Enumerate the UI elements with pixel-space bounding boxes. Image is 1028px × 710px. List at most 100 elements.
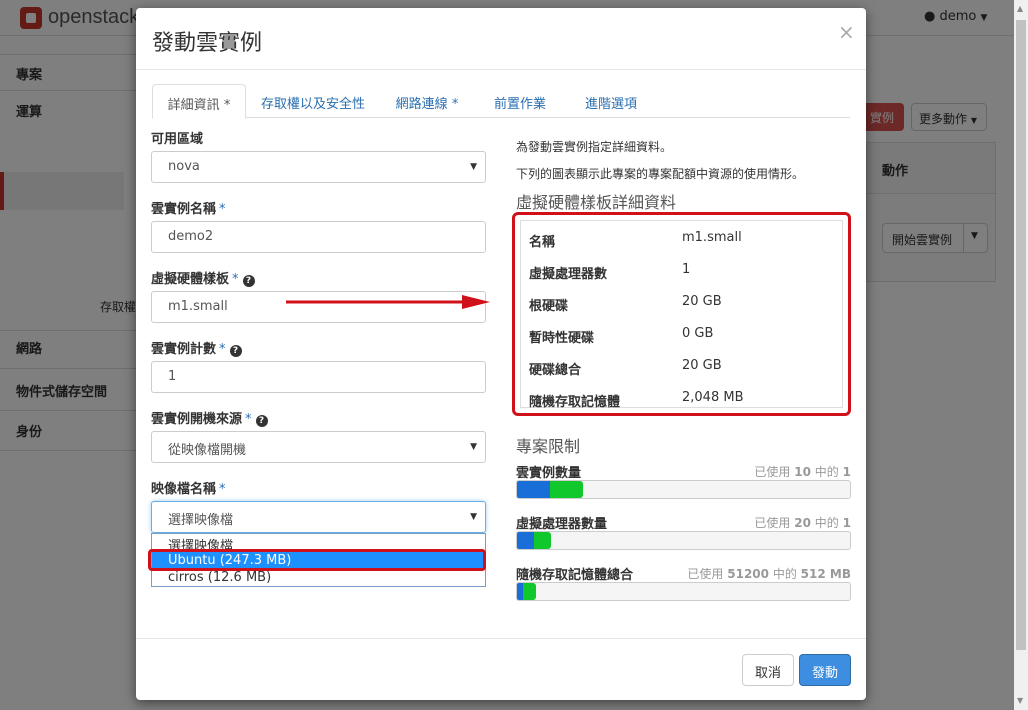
tab-details[interactable]: 詳細資訊 * (152, 84, 246, 119)
scroll-down-icon[interactable]: ▼ (1017, 696, 1023, 705)
flavor-key: 暫時性硬碟 (529, 331, 595, 346)
usage-prefix: 已使用 (754, 465, 791, 479)
availability-zone-label: 可用區域 (151, 128, 203, 147)
flavor-key: 隨機存取記憶體 (529, 395, 621, 410)
flavor-value: 0 GB (682, 326, 714, 341)
cancel-button[interactable]: 取消 (742, 654, 794, 686)
usage-total: 20 (794, 516, 811, 530)
usage-total: 10 (794, 465, 811, 479)
tab-label: 進階選項 (584, 97, 637, 112)
scroll-up-icon[interactable]: ▲ (1017, 4, 1023, 13)
tab-access-security[interactable]: 存取權以及安全性 (254, 84, 372, 118)
image-name-select[interactable]: 選擇映像檔 ▼ (151, 501, 486, 533)
quota-label-instances: 雲實例數量 (516, 466, 582, 481)
quota-used-fill (517, 481, 550, 498)
flavor-key: 根硬碟 (529, 299, 569, 314)
help-icon[interactable]: ? (255, 415, 268, 427)
flavor-details-highlight: 名稱 m1.small 虛擬處理器數 1 根硬碟 20 GB 暫時性硬碟 0 G… (512, 212, 851, 416)
required-mark: * (245, 412, 252, 427)
table-row: 暫時性硬碟 0 GB (521, 319, 842, 351)
label-text: 雲實例名稱 (151, 202, 217, 217)
label-text: 虛擬硬體樣板 (151, 272, 230, 287)
table-row: 虛擬處理器數 1 (521, 255, 842, 287)
flavor-key: 名稱 (529, 235, 556, 250)
help-icon[interactable]: ? (242, 275, 255, 287)
instance-name-input[interactable]: demo2 (151, 221, 486, 253)
chevron-down-icon: ▼ (470, 512, 477, 522)
modal-header: 發動雲實例 × (136, 8, 866, 70)
scrollbar-thumb[interactable] (1016, 20, 1026, 650)
page-scrollbar[interactable]: ▲ ▼ (1014, 0, 1028, 710)
modal-footer-divider (136, 638, 866, 639)
instance-count-input[interactable]: 1 (151, 361, 486, 393)
usage-mid: 中的 (814, 516, 839, 530)
flavor-details-table: 名稱 m1.small 虛擬處理器數 1 根硬碟 20 GB 暫時性硬碟 0 G… (520, 220, 843, 410)
tab-post-creation[interactable]: 前置作業 (480, 84, 560, 118)
annotation-highlight-box (148, 549, 486, 571)
label-text: 雲實例開機來源 (151, 412, 243, 427)
select-value: m1.small (168, 299, 228, 314)
input-value: 1 (168, 369, 177, 384)
help-icon[interactable]: ? (229, 345, 242, 357)
quota-bar-vcpus (516, 531, 851, 550)
required-mark: * (219, 202, 226, 217)
usage-used: 1 (842, 516, 851, 530)
quota-usage-text: 已使用 51200 中的 512 MB (687, 565, 851, 582)
annotation-arrow-icon (286, 295, 490, 309)
instance-name-label: 雲實例名稱 * (151, 198, 226, 217)
quota-bar-ram (516, 582, 851, 601)
usage-used: 1 (842, 465, 851, 479)
tab-networking[interactable]: 網路連線 * (388, 84, 466, 118)
usage-total: 51200 (727, 567, 769, 581)
usage-prefix: 已使用 (754, 516, 791, 530)
quota-added-fill (534, 532, 551, 549)
quota-added-fill (550, 481, 583, 498)
usage-used: 512 MB (800, 567, 851, 581)
launch-instance-modal: 發動雲實例 × 詳細資訊 * 存取權以及安全性 網路連線 * 前置作業 進階選項… (136, 8, 866, 700)
availability-zone-select[interactable]: nova ▼ (151, 151, 486, 183)
table-row: 隨機存取記憶體 2,048 MB (521, 383, 842, 415)
required-mark: * (223, 98, 231, 113)
label-text: 可用區域 (151, 132, 204, 147)
project-limits-title: 專案限制 (516, 437, 581, 456)
quota-bar-instances (516, 480, 851, 499)
instance-count-label: 雲實例計數 *? (151, 338, 242, 357)
usage-prefix: 已使用 (687, 567, 724, 581)
modal-title: 發動雲實例 (152, 31, 263, 56)
table-row: 根硬碟 20 GB (521, 287, 842, 319)
chevron-down-icon: ▼ (470, 162, 477, 172)
tab-advanced-options[interactable]: 進階選項 (566, 84, 656, 118)
flavor-value: 1 (682, 262, 691, 277)
image-name-label: 映像檔名稱 * (151, 478, 226, 497)
label-text: 雲實例計數 (151, 342, 217, 357)
quota-used-fill (517, 532, 534, 549)
flavor-value: 2,048 MB (682, 390, 744, 405)
quota-usage-text: 已使用 10 中的 1 (754, 463, 851, 480)
flavor-value: 20 GB (682, 358, 722, 373)
description-line-1: 為發動雲實例指定詳細資料。 (516, 140, 673, 154)
flavor-value: m1.small (682, 230, 742, 245)
modal-tabs: 詳細資訊 * 存取權以及安全性 網路連線 * 前置作業 進階選項 (152, 84, 850, 119)
boot-source-select[interactable]: 從映像檔開機 ▼ (151, 431, 486, 463)
select-value: 選擇映像檔 (168, 513, 234, 528)
dropdown-option[interactable]: cirros (12.6 MB) (152, 569, 485, 586)
flavor-value: 20 GB (682, 294, 722, 309)
table-row: 名稱 m1.small (521, 223, 842, 255)
select-value: nova (168, 159, 200, 174)
usage-mid: 中的 (772, 567, 797, 581)
launch-button[interactable]: 發動 (799, 654, 851, 686)
close-icon[interactable]: × (838, 20, 855, 44)
select-value: 從映像檔開機 (168, 443, 247, 458)
flavor-key: 虛擬處理器數 (529, 267, 608, 282)
required-mark: * (219, 482, 226, 497)
tab-label: 詳細資訊 (167, 98, 220, 113)
input-value: demo2 (168, 229, 214, 244)
usage-mid: 中的 (814, 465, 839, 479)
required-mark: * (451, 97, 459, 112)
tab-label: 前置作業 (493, 97, 546, 112)
quota-usage-text: 已使用 20 中的 1 (754, 514, 851, 531)
tab-label: 存取權以及安全性 (260, 97, 365, 112)
boot-source-label: 雲實例開機來源 *? (151, 408, 268, 427)
description-line-2: 下列的圖表顯示此專案的專案配額中資源的使用情形。 (516, 167, 805, 181)
quota-label-vcpus: 虛擬處理器數量 (516, 517, 608, 532)
